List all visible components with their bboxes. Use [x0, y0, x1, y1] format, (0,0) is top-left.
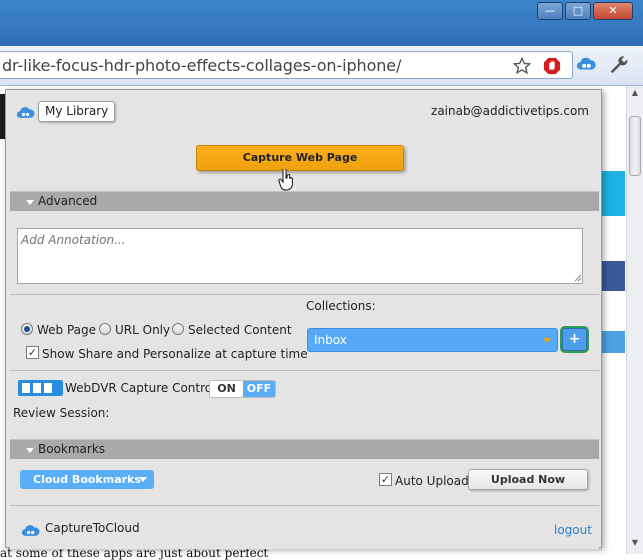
scroll-up-arrow-icon[interactable]: ▲	[629, 88, 641, 100]
show-share-label: Show Share and Personalize at capture ti…	[42, 347, 308, 361]
show-share-checkbox[interactable]: ✓	[26, 346, 39, 359]
collections-selected-value: Inbox	[314, 333, 347, 347]
annotation-input[interactable]	[17, 228, 583, 284]
radio-selected-content-label: Selected Content	[188, 323, 292, 337]
advanced-section-header[interactable]: Advanced	[10, 191, 599, 211]
popup-header: My Library zainab@addictivetips.com	[6, 90, 601, 133]
collapse-triangle-icon	[26, 200, 34, 205]
dropdown-arrow-icon	[543, 338, 551, 343]
add-collection-button[interactable]: +	[562, 328, 587, 351]
bookmarks-section-title: Bookmarks	[38, 442, 106, 456]
scroll-down-arrow-icon[interactable]: ▼	[629, 538, 641, 550]
logout-link[interactable]: logout	[554, 523, 592, 537]
radio-web-page[interactable]	[21, 323, 33, 335]
toggle-off-option[interactable]: OFF	[243, 381, 275, 397]
auto-upload-label: Auto Upload	[395, 474, 469, 488]
capture-web-page-button[interactable]: Capture Web Page	[196, 145, 404, 171]
radio-url-only-label: URL Only	[115, 323, 171, 337]
upload-now-button[interactable]: Upload Now	[468, 469, 588, 490]
radio-url-only[interactable]	[99, 323, 111, 335]
capturetocloud-logo-icon	[21, 525, 40, 536]
review-session-label: Review Session:	[13, 406, 110, 420]
capturetocloud-extension-icon[interactable]	[575, 53, 597, 75]
hand-cursor-icon	[278, 169, 293, 191]
advanced-section-title: Advanced	[38, 194, 98, 208]
maximize-button[interactable]: □	[565, 2, 591, 20]
toggle-on-option[interactable]: ON	[210, 381, 243, 397]
window-titlebar: — □ ✕	[0, 0, 643, 46]
webdvr-icon	[18, 380, 63, 396]
wrench-icon[interactable]	[607, 53, 629, 75]
address-bar[interactable]: dr-like-focus-hdr-photo-effects-collages…	[0, 51, 573, 79]
footer-brand: CaptureToCloud	[45, 521, 140, 535]
resize-grip-icon[interactable]	[572, 272, 582, 282]
adblock-icon[interactable]	[543, 57, 561, 75]
minimize-button[interactable]: —	[537, 2, 563, 20]
page-scrollbar[interactable]: ▲ ▼	[626, 86, 643, 554]
radio-selected-content[interactable]	[172, 323, 184, 335]
url-text: dr-like-focus-hdr-photo-effects-collages…	[2, 56, 402, 75]
close-window-button[interactable]: ✕	[593, 2, 633, 20]
cloud-bookmarks-dropdown[interactable]: Cloud Bookmarks	[20, 470, 154, 489]
collections-dropdown[interactable]: Inbox	[307, 328, 558, 352]
collections-label: Collections:	[306, 299, 376, 313]
cloud-logo-icon	[16, 107, 35, 118]
cloud-bookmarks-label: Cloud Bookmarks	[33, 473, 141, 486]
star-icon[interactable]	[513, 57, 531, 75]
auto-upload-checkbox[interactable]: ✓	[379, 473, 392, 486]
account-email: zainab@addictivetips.com	[431, 104, 589, 118]
webdvr-label: WebDVR Capture Control	[65, 381, 216, 395]
webdvr-toggle[interactable]: ON OFF	[209, 380, 276, 398]
my-library-button[interactable]: My Library	[38, 101, 116, 122]
browser-toolbar: dr-like-focus-hdr-photo-effects-collages…	[0, 46, 643, 86]
window-controls: — □ ✕	[535, 2, 633, 20]
collapse-triangle-icon	[26, 448, 34, 453]
dropdown-arrow-icon	[139, 477, 147, 482]
bookmarks-section-header[interactable]: Bookmarks	[10, 439, 599, 459]
capturetocloud-popup: My Library zainab@addictivetips.com Capt…	[5, 89, 602, 549]
radio-web-page-label: Web Page	[37, 323, 97, 337]
scroll-thumb[interactable]	[629, 116, 641, 176]
